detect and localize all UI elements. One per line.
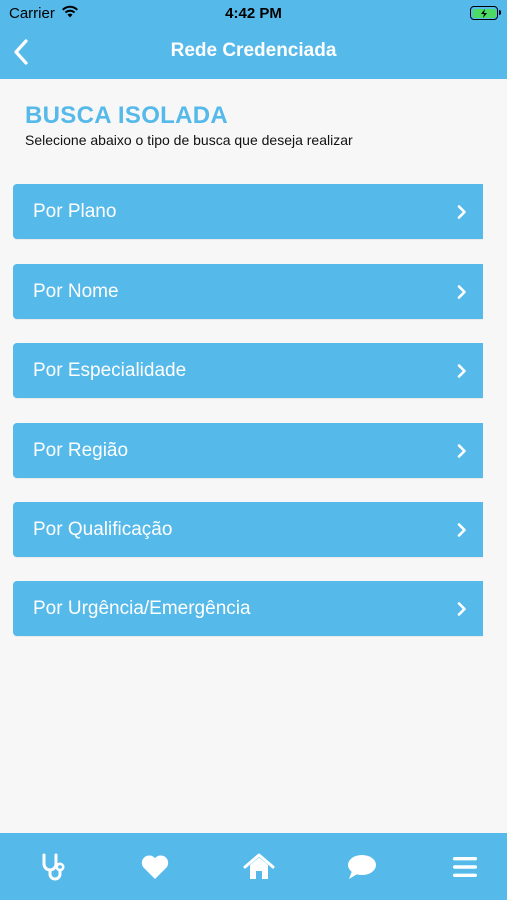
- option-por-regiao[interactable]: Por Região: [13, 423, 483, 478]
- chevron-right-icon: [457, 522, 469, 538]
- tab-home[interactable]: [243, 851, 275, 883]
- option-label: Por Plano: [33, 200, 117, 222]
- status-time: 4:42 PM: [225, 5, 282, 22]
- chevron-right-icon: [457, 284, 469, 300]
- tab-favorites[interactable]: [139, 851, 171, 883]
- charging-bolt-icon: [481, 8, 487, 18]
- option-label: Por Especialidade: [33, 359, 187, 381]
- tab-menu[interactable]: [449, 851, 481, 883]
- section-subtitle: Selecione abaixo o tipo de busca que des…: [25, 132, 353, 148]
- chevron-right-icon: [457, 204, 469, 220]
- option-label: Por Qualificação: [33, 518, 173, 540]
- battery-icon: [470, 6, 501, 20]
- option-label: Por Região: [33, 439, 129, 461]
- chevron-right-icon: [457, 363, 469, 379]
- tab-bar: [0, 833, 507, 900]
- battery-fill: [472, 8, 496, 18]
- option-label: Por Urgência/Emergência: [33, 597, 251, 619]
- option-por-urgencia-emergencia[interactable]: Por Urgência/Emergência: [13, 581, 483, 636]
- stethoscope-icon: [42, 853, 65, 880]
- option-por-plano[interactable]: Por Plano: [13, 184, 483, 239]
- option-por-nome[interactable]: Por Nome: [13, 264, 483, 319]
- section-heading: BUSCA ISOLADA: [25, 102, 229, 129]
- top-bar: Carrier 4:42 PM Rede Credenciada: [0, 0, 507, 79]
- tab-stethoscope[interactable]: [36, 851, 68, 883]
- heart-icon: [142, 854, 169, 879]
- chevron-right-icon: [457, 443, 469, 459]
- home-icon: [243, 853, 274, 879]
- chevron-right-icon: [457, 601, 469, 617]
- option-label: Por Nome: [33, 280, 119, 302]
- chat-bubble-icon: [347, 854, 376, 879]
- menu-icon: [453, 856, 477, 877]
- status-bar: Carrier 4:42 PM: [0, 0, 507, 28]
- option-por-especialidade[interactable]: Por Especialidade: [13, 343, 483, 398]
- navigation-bar: Rede Credenciada: [0, 28, 507, 79]
- page-title: Rede Credenciada: [170, 40, 337, 61]
- tab-chat[interactable]: [346, 851, 378, 883]
- option-por-qualificacao[interactable]: Por Qualificação: [13, 502, 483, 557]
